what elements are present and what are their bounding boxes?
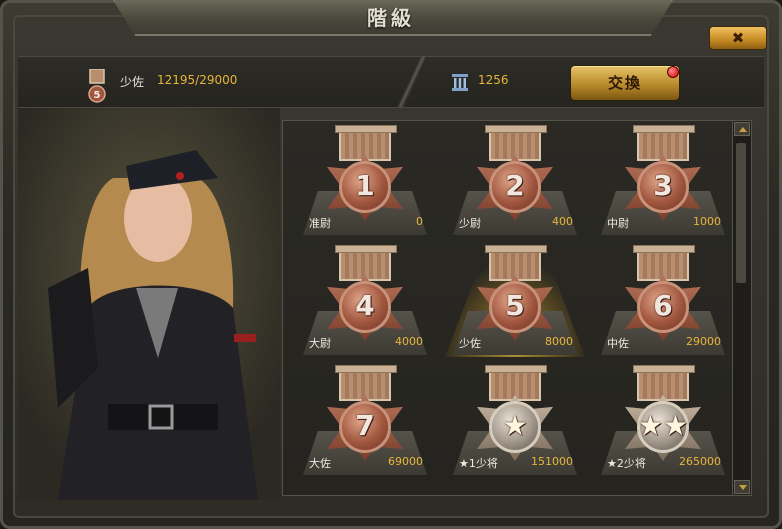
rank-cell[interactable]: ★★ ★2少将 265000 [593, 365, 733, 483]
close-button[interactable]: ✖ [709, 26, 767, 50]
rank-number: ★★ [637, 409, 689, 442]
rank-number: ★ [502, 409, 528, 442]
rank-name: 少尉 [459, 217, 481, 230]
rank-progress: 12195/29000 [157, 73, 238, 87]
rank-name: 大佐 [309, 457, 331, 470]
scroll-up-arrow-icon[interactable] [734, 122, 750, 136]
officer-illustration [18, 108, 280, 500]
header-divider [398, 57, 430, 107]
medal-ribbon-cap [485, 365, 547, 373]
rank-number: 4 [355, 289, 375, 322]
close-icon: ✖ [731, 29, 745, 47]
rank-requirement: 265000 [679, 455, 721, 468]
rank-name: 准尉 [309, 217, 331, 230]
vertical-scrollbar[interactable] [732, 120, 752, 496]
rank-requirement: 0 [416, 215, 423, 228]
honor-coin-icon [452, 74, 468, 91]
rank-name: ★2少将 [607, 457, 646, 470]
rank-requirement: 29000 [686, 335, 721, 348]
exchange-button[interactable]: 交換 [570, 65, 680, 101]
medal-ribbon-cap [633, 365, 695, 373]
medal-ribbon-cap [335, 245, 397, 253]
rank-number: 5 [505, 289, 525, 322]
rank-requirement: 400 [552, 215, 573, 228]
window-title: 階級 [367, 6, 415, 30]
rank-cell[interactable]: 4 大尉 4000 [295, 245, 435, 363]
rank-cell[interactable]: 1 准尉 0 [295, 125, 435, 243]
notification-dot [667, 66, 679, 78]
rank-requirement: 8000 [545, 335, 573, 348]
rank-name: 中尉 [607, 217, 629, 230]
medal-ribbon-cap [633, 245, 695, 253]
medal-ribbon-cap [335, 125, 397, 133]
rank-number: 3 [653, 169, 673, 202]
rank-cell[interactable]: 6 中佐 29000 [593, 245, 733, 363]
rank-name: 大尉 [309, 337, 331, 350]
scroll-thumb[interactable] [736, 143, 746, 283]
honor-coin-value: 1256 [478, 73, 509, 87]
medal-ribbon-cap [335, 365, 397, 373]
current-rank-number: 5 [94, 90, 101, 101]
exchange-button-label: 交換 [607, 74, 642, 92]
rank-number: 2 [505, 169, 525, 202]
rank-grid: 1 准尉 0 2 少尉 400 3 中尉 1000 4 大尉 4000 5 少佐 8000 6 中佐 29000 7… [282, 120, 734, 496]
scroll-down-arrow-icon[interactable] [734, 480, 750, 494]
rank-cell[interactable]: ★ ★1少将 151000 [445, 365, 585, 483]
rank-cell[interactable]: 7 大佐 69000 [295, 365, 435, 483]
rank-number: 6 [653, 289, 673, 322]
rank-number: 1 [355, 169, 375, 202]
current-rank-medal-icon: 5 [88, 69, 106, 103]
rank-number: 7 [355, 409, 375, 442]
rank-cell[interactable]: 3 中尉 1000 [593, 125, 733, 243]
rank-cell[interactable]: 5 少佐 8000 [445, 245, 585, 363]
medal-ribbon-cap [485, 245, 547, 253]
rank-requirement: 4000 [395, 335, 423, 348]
officer-portrait [18, 108, 280, 500]
rank-name: ★1少将 [459, 457, 498, 470]
rank-requirement: 151000 [531, 455, 573, 468]
rank-requirement: 69000 [388, 455, 423, 468]
rank-name: 中佐 [607, 337, 629, 350]
rank-name: 少佐 [459, 337, 481, 350]
medal-ribbon-cap [633, 125, 695, 133]
medal-ribbon-cap [485, 125, 547, 133]
current-rank-name: 少佐 [120, 75, 145, 89]
rank-cell[interactable]: 2 少尉 400 [445, 125, 585, 243]
rank-requirement: 1000 [693, 215, 721, 228]
